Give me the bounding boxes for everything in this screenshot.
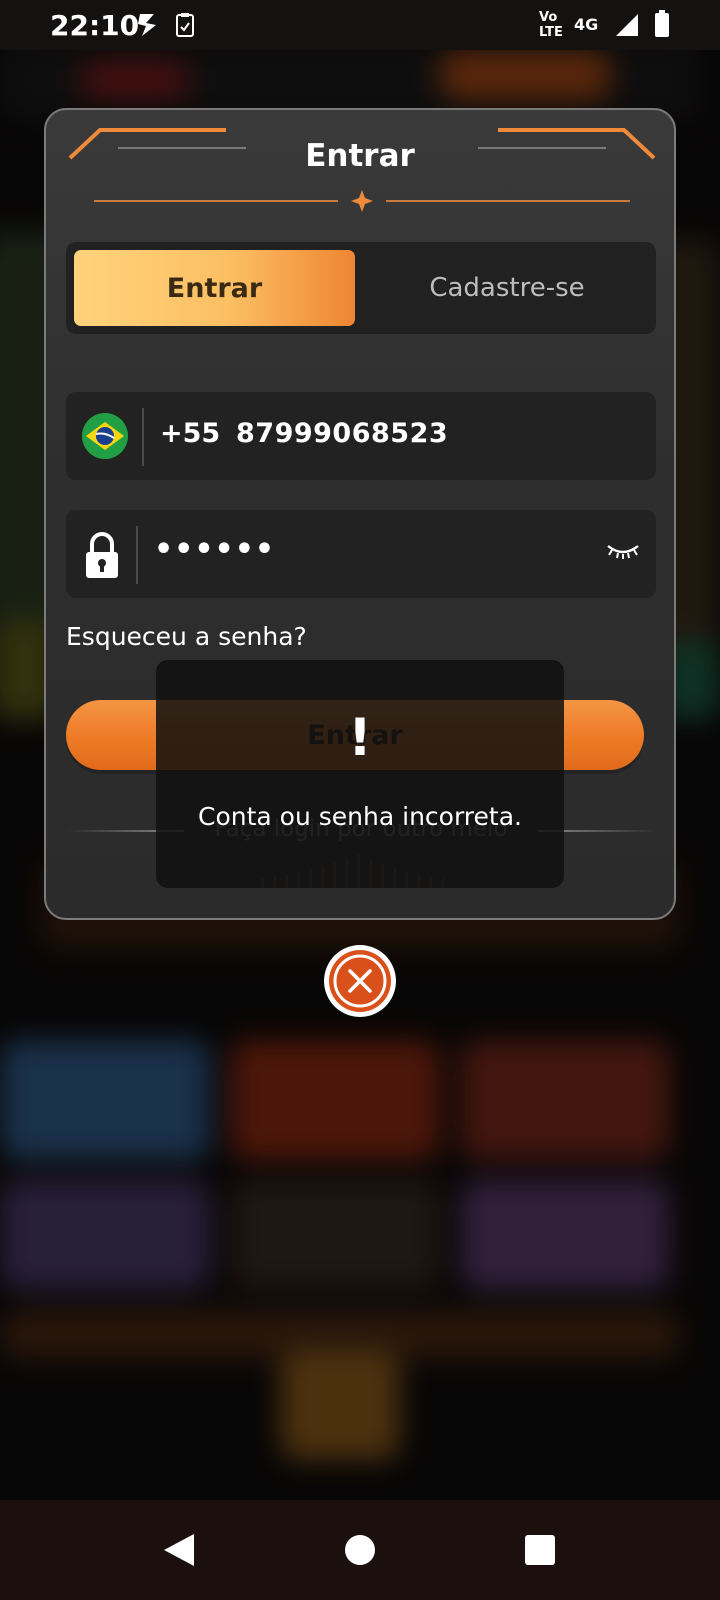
field-divider	[142, 408, 144, 466]
close-icon[interactable]	[329, 950, 391, 1012]
phone-field[interactable]: +55 87999068523	[66, 392, 656, 480]
country-code[interactable]: +55	[160, 418, 220, 449]
signal-icon	[616, 14, 638, 36]
brazil-flag-icon[interactable]	[82, 413, 128, 459]
volte-icon: Vo LTE	[539, 10, 569, 42]
auth-tabs: Entrar Cadastre-se	[66, 242, 656, 334]
volte-label-bottom: LTE	[539, 25, 563, 40]
modal-title: Entrar	[305, 138, 415, 174]
lock-icon	[86, 532, 118, 578]
app-s-icon	[138, 14, 156, 36]
system-nav-bar	[0, 1500, 720, 1600]
eye-closed-icon[interactable]	[606, 540, 640, 562]
volte-label-top: Vo	[539, 10, 558, 25]
toast-message: Conta ou senha incorreta.	[198, 802, 522, 831]
battery-icon	[655, 10, 669, 37]
clipboard-check-icon	[176, 13, 194, 37]
tab-entrar[interactable]: Entrar	[74, 250, 355, 326]
tab-cadastre-se[interactable]: Cadastre-se	[362, 250, 652, 326]
recents-icon[interactable]	[524, 1534, 556, 1566]
forgot-password-link[interactable]: Esqueceu a senha?	[66, 622, 307, 651]
network-label: 4G	[574, 15, 599, 34]
password-input[interactable]: ••••••	[154, 532, 275, 567]
status-bar: 22:10 Vo LTE 4G	[0, 0, 720, 50]
error-toast: ! Conta ou senha incorreta.	[156, 660, 564, 888]
home-icon[interactable]	[344, 1534, 376, 1566]
phone-input[interactable]: 87999068523	[236, 418, 448, 449]
password-field[interactable]: ••••••	[66, 510, 656, 598]
field-divider	[136, 526, 138, 584]
back-icon[interactable]	[162, 1532, 196, 1568]
exclamation-icon: !	[348, 708, 372, 768]
status-time: 22:10	[50, 9, 140, 42]
close-button[interactable]	[324, 945, 396, 1017]
